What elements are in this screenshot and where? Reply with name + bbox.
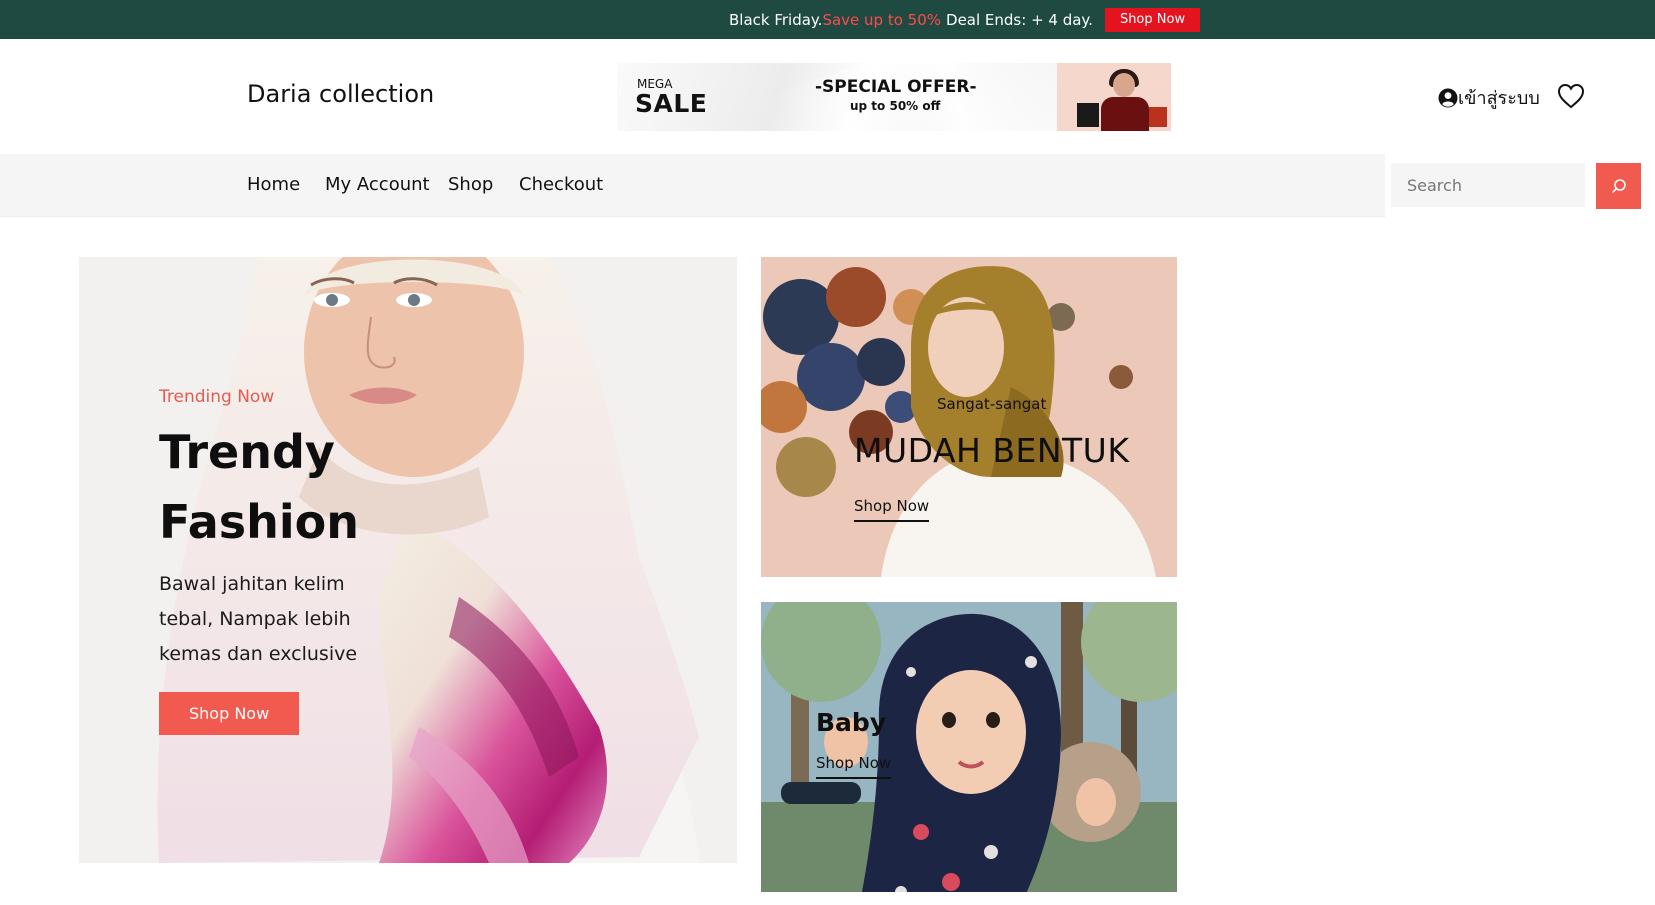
heart-icon[interactable]: [1557, 83, 1585, 109]
user-circle-icon: [1438, 88, 1458, 107]
panel1-title: MUDAH BENTUK: [854, 431, 1130, 470]
panel2-shop-now-link[interactable]: Shop Now: [816, 754, 892, 779]
banner-discount-text: up to 50% off: [850, 99, 941, 113]
hero-shop-now-button[interactable]: Shop Now: [159, 692, 300, 735]
promo-panel-mudah-bentuk[interactable]: Sangat-sangat MUDAH BENTUK Shop Now: [761, 257, 1177, 577]
panel2-title: Baby: [816, 708, 887, 737]
search-form: [1385, 154, 1655, 217]
account-login-label: เข้าสู่ระบบ: [1458, 88, 1540, 109]
promo-bar: Black Friday. Save up to 50% Deal Ends: …: [0, 0, 1655, 39]
hero-title: Trendy Fashion: [159, 425, 360, 549]
banner-offer-text: -SPECIAL OFFER-: [815, 77, 977, 97]
nav-item-my-account[interactable]: My Account: [325, 174, 430, 195]
hero-subtitle: Trending Now: [159, 387, 275, 407]
panel1-subtitle: Sangat-sangat: [937, 395, 1047, 413]
panel-baby-image: [761, 602, 1177, 892]
promo-text-deal-ends: Deal Ends: + 4 day.: [946, 11, 1093, 29]
search-icon: [1611, 179, 1626, 193]
nav-item-home[interactable]: Home: [247, 174, 300, 195]
hero-banner[interactable]: Trending Now Trendy Fashion Bawal jahita…: [79, 257, 737, 863]
hero-description: Bawal jahitan kelim tebal, Nampak lebih …: [159, 573, 358, 665]
promo-text-black-friday: Black Friday.: [729, 11, 823, 29]
nav-item-checkout[interactable]: Checkout: [519, 174, 603, 195]
banner-bag-shape: [1149, 107, 1167, 127]
promo-panel-baby[interactable]: Baby Shop Now: [761, 602, 1177, 892]
search-button[interactable]: [1596, 163, 1641, 209]
account-login-link[interactable]: เข้าสู่ระบบ: [1438, 83, 1540, 112]
header-promo-banner[interactable]: MEGA SALE -SPECIAL OFFER- up to 50% off: [617, 63, 1171, 131]
nav-item-shop[interactable]: Shop: [448, 174, 493, 195]
main-navigation: Home My Account Shop Checkout: [0, 154, 1655, 217]
banner-model-head: [1113, 73, 1135, 97]
banner-bag-shape: [1077, 103, 1099, 127]
banner-model-body: [1101, 97, 1149, 131]
banner-model-photo: [1057, 63, 1171, 131]
panel-model-image: [761, 257, 1177, 577]
hero-content: Trending Now Trendy Fashion Bawal jahita…: [159, 387, 419, 735]
site-logo[interactable]: Daria collection: [247, 80, 434, 108]
search-input[interactable]: [1391, 163, 1585, 207]
promo-bar-content: Black Friday. Save up to 50% Deal Ends: …: [729, 8, 1201, 32]
promo-shop-now-button[interactable]: Shop Now: [1104, 8, 1201, 32]
banner-sale-text: SALE: [635, 89, 708, 118]
promo-text-save: Save up to 50%: [822, 11, 942, 29]
panel1-shop-now-link[interactable]: Shop Now: [854, 497, 930, 522]
